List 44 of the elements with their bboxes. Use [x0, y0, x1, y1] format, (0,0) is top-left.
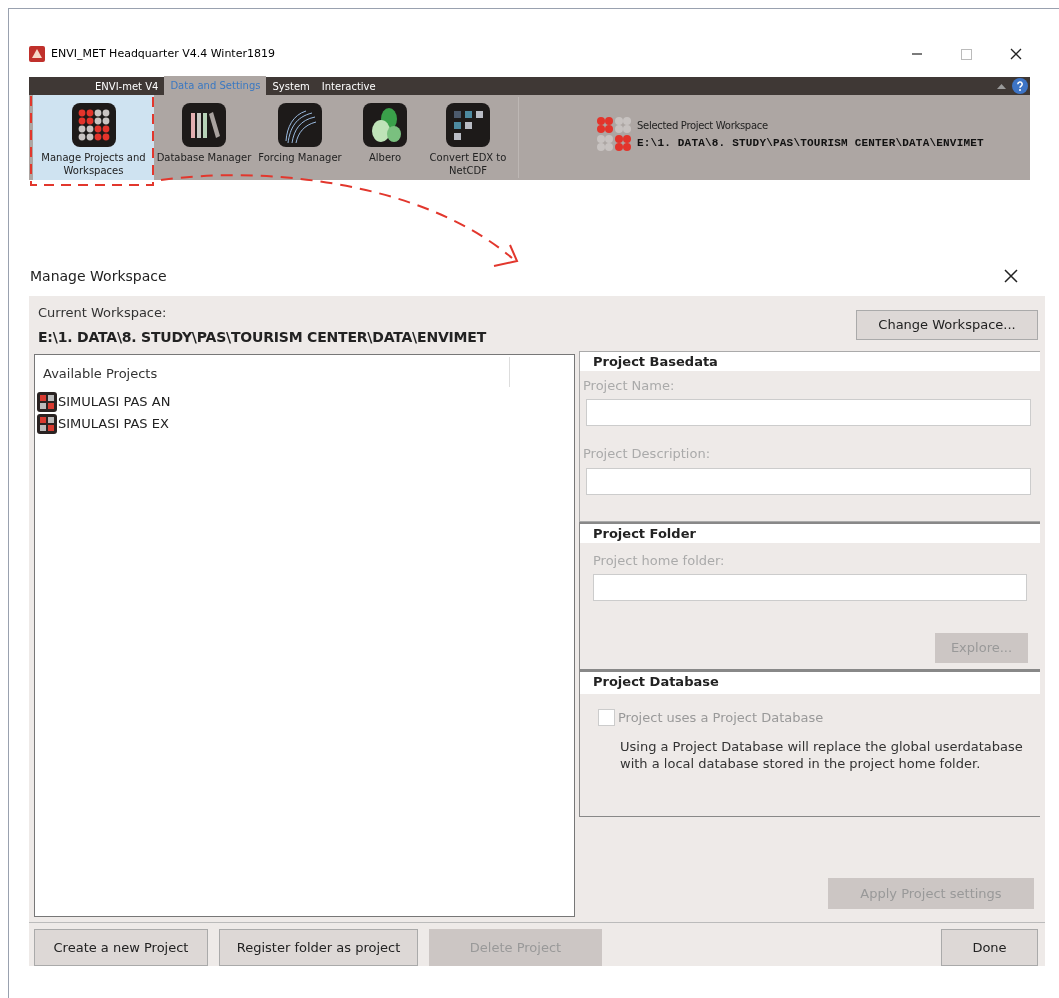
field-label: Project home folder: [593, 551, 726, 570]
ribbon-button[interactable]: Forcing Manager [254, 95, 346, 180]
project-description-field[interactable] [586, 467, 1031, 495]
ribbon-button[interactable]: Albero [346, 95, 424, 180]
app-logo-icon [29, 46, 45, 62]
project-name-field[interactable] [586, 399, 1031, 426]
field-label: Project Name: [583, 376, 676, 395]
squares-icon [446, 103, 490, 147]
books-icon [182, 103, 226, 147]
leaves-icon [363, 103, 407, 147]
section-header: Project Folder [580, 523, 1040, 543]
project-icon [37, 391, 57, 412]
field-label: Project Description: [583, 445, 712, 463]
close-icon[interactable] [1010, 48, 1022, 60]
workspace-path: E:\1. DATA\8. STUDY\PAS\TOURISM CENTER\DATA\ENVIMET [637, 136, 984, 151]
checkbox-label: Project uses a Project Database [618, 709, 824, 727]
done-button[interactable]: Done [941, 929, 1038, 966]
ribbon-tab[interactable]: Interactive [315, 77, 382, 95]
column-header: Available Projects [43, 364, 158, 383]
project-item[interactable]: SIMULASI PAS AN [37, 390, 171, 413]
project-folder-field[interactable] [593, 574, 1027, 601]
dialog-title: Manage Workspace [30, 266, 167, 286]
ribbon-button[interactable]: Database Manager [154, 95, 254, 180]
section-header: Project Database [580, 672, 1040, 694]
ribbon-button[interactable]: Convert EDX to NetCDF [424, 95, 512, 180]
project-item[interactable]: SIMULASI PAS EX [37, 412, 169, 435]
database-note: Using a Project Database will replace the global userdatabase with a local database stored in the project home folder. [620, 737, 1024, 772]
action-button[interactable]: Create a new Project [34, 929, 208, 966]
dot-grid-icon [71, 103, 116, 147]
project-icon [37, 413, 57, 434]
collapse-icon[interactable] [997, 83, 1006, 89]
ribbon-tab[interactable]: System [266, 77, 316, 95]
change-workspace-button[interactable]: Change Workspace... [856, 310, 1038, 340]
action-button[interactable]: Register folder as project [219, 929, 418, 966]
streamlines-icon [278, 103, 322, 147]
workspace-label: Selected Project Workspace [637, 119, 769, 133]
current-workspace-label: Current Workspace: [38, 304, 168, 322]
section-header: Project Basedata [580, 351, 1040, 371]
ribbon-tab[interactable]: ENVI-met V4 [89, 77, 165, 95]
window-title: ENVI_MET Headquarter V4.4 Winter1819 [51, 45, 275, 62]
close-icon[interactable] [1004, 269, 1018, 283]
current-workspace-path: E:\1. DATA\8. STUDY\PAS\TOURISM CENTER\DATA\ENVIMET [38, 327, 486, 347]
ribbon-button[interactable]: Manage Projects and Workspaces [33, 95, 154, 180]
help-icon[interactable] [1012, 78, 1028, 94]
